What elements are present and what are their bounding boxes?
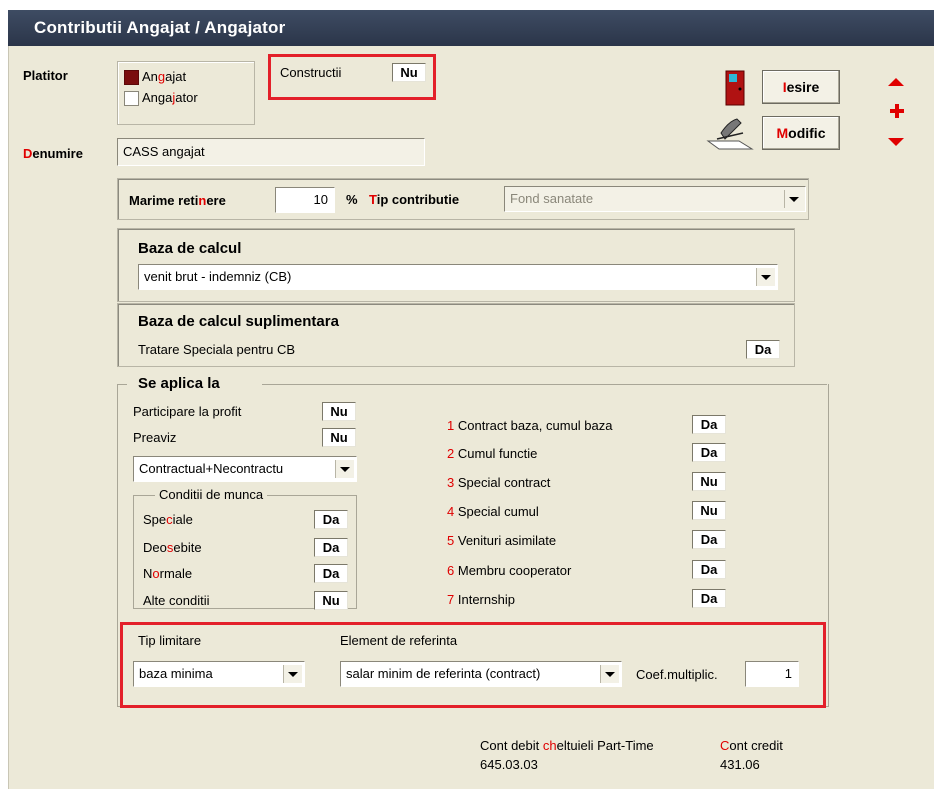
angajat-checkbox[interactable] [124,70,139,85]
marime-label: Marime retinere [129,193,226,208]
conditii-normale-toggle[interactable]: Da [314,564,348,583]
conditii-deosebite-toggle[interactable]: Da [314,538,348,557]
chevron-down-icon[interactable] [600,665,619,683]
participare-toggle[interactable]: Nu [322,402,356,421]
denumire-value: CASS angajat [123,144,205,159]
chevron-down-icon[interactable] [784,190,803,208]
denumire-label: Denumire [23,146,83,161]
angajat-label: Angajat [142,69,187,84]
contract-toggle[interactable]: Da [692,560,726,579]
baza-calcul-title: Baza de calcul [138,240,242,257]
baza-calcul-select[interactable]: venit brut - indemniz (CB) [138,264,778,290]
conditii-speciale-label: Speciale [143,512,193,527]
conditii-alte-toggle[interactable]: Nu [314,591,348,610]
title-bar: Contributii Angajat / Angajator [8,10,934,46]
chevron-down-icon[interactable] [283,665,302,683]
baza-calcul-value: venit brut - indemniz (CB) [144,269,292,284]
tratare-speciala-label: Tratare Speciala pentru CB [138,342,296,357]
platitor-label: Platitor [23,68,68,83]
coef-input[interactable]: 1 [745,661,799,687]
conditii-alte-label: Alte conditii [143,593,210,608]
element-referinta-value: salar minim de referinta (contract) [346,666,541,681]
contract-item: 4 Special cumul [447,504,539,519]
contract-toggle[interactable]: Da [692,443,726,462]
preaviz-label: Preaviz [133,430,177,445]
constructii-label: Constructii [280,65,342,80]
contract-item: 5 Venituri asimilate [447,533,557,548]
conditii-title: Conditii de munca [155,487,268,502]
coef-value: 1 [784,666,792,681]
cont-credit-label: Cont credit [720,738,783,753]
cont-debit-value: 645.03.03 [480,757,538,772]
se-aplica-title: Se aplica la [138,375,220,392]
contract-toggle[interactable]: Nu [692,472,726,491]
move-up-icon[interactable] [888,78,904,86]
pen-paper-icon [705,113,755,153]
tip-limitare-select[interactable]: baza minima [133,661,305,687]
tip-limitare-value: baza minima [139,666,213,681]
element-referinta-label: Element de referinta [340,633,458,648]
baza-supl-title: Baza de calcul suplimentara [138,313,339,330]
participare-label: Participare la profit [133,404,242,419]
preaviz-toggle[interactable]: Nu [322,428,356,447]
tip-limitare-label: Tip limitare [138,633,202,648]
iesire-button[interactable]: Iesire [762,70,840,104]
preaviz-select[interactable]: Contractual+Necontractu [133,456,357,482]
marime-value: 10 [313,192,328,207]
cont-debit-label: Cont debit cheltuieli Part-Time [480,738,654,753]
tratare-speciala-toggle[interactable]: Da [746,340,780,359]
angajator-label: Angajator [142,90,198,105]
coef-label: Coef.multiplic. [636,667,718,682]
conditii-normale-label: Normale [143,566,193,581]
door-exit-icon [725,70,745,106]
contract-toggle[interactable]: Nu [692,501,726,520]
chevron-down-icon[interactable] [756,268,775,286]
move-down-icon[interactable] [888,138,904,146]
marime-input[interactable]: 10 [275,187,335,213]
contract-item: 3 Special contract [447,475,551,490]
cont-credit-value: 431.06 [720,757,760,772]
modific-button[interactable]: Modific [762,116,840,150]
contract-toggle[interactable]: Da [692,530,726,549]
add-plus-icon[interactable] [890,104,904,118]
constructii-toggle[interactable]: Nu [392,63,426,82]
contract-toggle[interactable]: Da [692,415,726,434]
conditii-deosebite-label: Deosebite [143,540,202,555]
chevron-down-icon[interactable] [335,460,354,478]
element-referinta-select[interactable]: salar minim de referinta (contract) [340,661,622,687]
angajator-checkbox[interactable] [124,91,139,106]
contract-item: 2 Cumul functie [447,446,538,461]
conditii-speciale-toggle[interactable]: Da [314,510,348,529]
contract-item: 7 Internship [447,592,515,607]
contract-item: 1 Contract baza, cumul baza [447,418,613,433]
preaviz-select-value: Contractual+Necontractu [139,461,284,476]
percent-label: % [346,192,358,207]
contract-toggle[interactable]: Da [692,589,726,608]
tip-contributie-value: Fond sanatate [510,191,594,206]
tip-contributie-label: Tip contributie [369,192,460,207]
window-title: Contributii Angajat / Angajator [34,18,286,37]
denumire-input[interactable]: CASS angajat [117,138,425,166]
tip-contributie-select[interactable]: Fond sanatate [504,186,806,212]
contract-item: 6 Membru cooperator [447,563,572,578]
